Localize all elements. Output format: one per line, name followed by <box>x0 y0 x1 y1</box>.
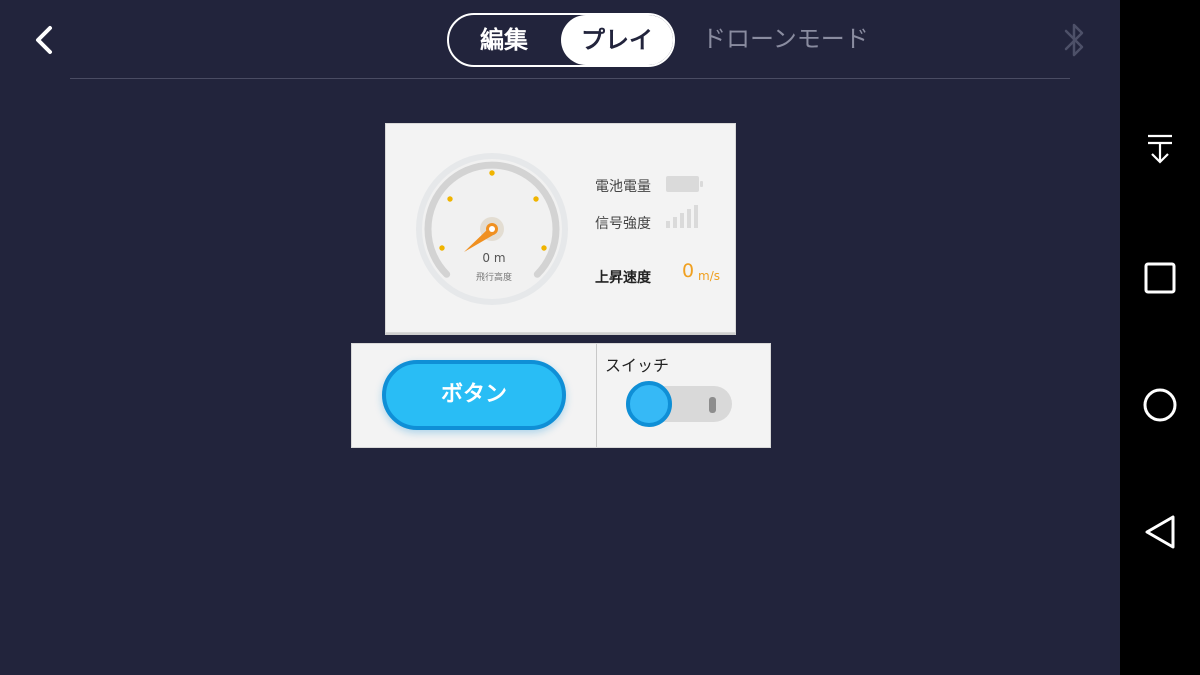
header-divider <box>70 78 1070 79</box>
bluetooth-button[interactable] <box>1062 20 1088 60</box>
recents-button[interactable] <box>1140 258 1180 298</box>
toggle-switch[interactable] <box>626 381 732 427</box>
notification-dropdown-icon <box>1148 134 1172 164</box>
recents-square-icon <box>1144 262 1176 294</box>
switch-off-mark <box>709 397 716 413</box>
battery-label: 電池電量 <box>595 179 651 195</box>
mode-edit-tab[interactable]: 編集 <box>449 15 559 65</box>
controls-divider <box>596 344 597 447</box>
battery-icon <box>666 176 703 192</box>
home-circle-icon <box>1143 388 1177 422</box>
home-button[interactable] <box>1140 385 1180 425</box>
flight-status-card: 0 m 飛行高度 電池電量 信号強度 上昇速度 0 m/s <box>385 123 736 333</box>
notification-dropdown-button[interactable] <box>1140 128 1180 168</box>
system-back-button[interactable] <box>1140 512 1180 552</box>
action-button[interactable]: ボタン <box>382 360 566 430</box>
mode-toggle: 編集 プレイ <box>447 13 675 67</box>
altitude-label: 飛行高度 <box>475 273 512 283</box>
switch-knob[interactable] <box>626 381 672 427</box>
climb-rate-label: 上昇速度 <box>595 270 651 286</box>
back-triangle-icon <box>1145 515 1175 549</box>
bluetooth-icon <box>1064 23 1084 57</box>
app-screen: 編集 プレイ ドローンモード 0 m 飛行高度 電池電量 信号強度 上昇速度 0… <box>0 0 1120 675</box>
signal-strength-icon <box>666 205 698 228</box>
climb-rate-value: 0 <box>682 260 695 282</box>
mode-play-tab[interactable]: プレイ <box>561 15 673 65</box>
chevron-left-icon <box>36 26 52 54</box>
altitude-value: 0 m <box>482 251 506 265</box>
drone-mode-tab[interactable]: ドローンモード <box>702 22 869 56</box>
controls-card: ボタン スイッチ <box>351 343 771 448</box>
back-button[interactable] <box>28 22 62 58</box>
system-navigation-bar <box>1120 0 1200 675</box>
signal-label: 信号強度 <box>595 216 651 232</box>
switch-label: スイッチ <box>605 356 670 375</box>
altitude-gauge <box>416 153 568 305</box>
climb-rate-unit: m/s <box>698 269 720 283</box>
